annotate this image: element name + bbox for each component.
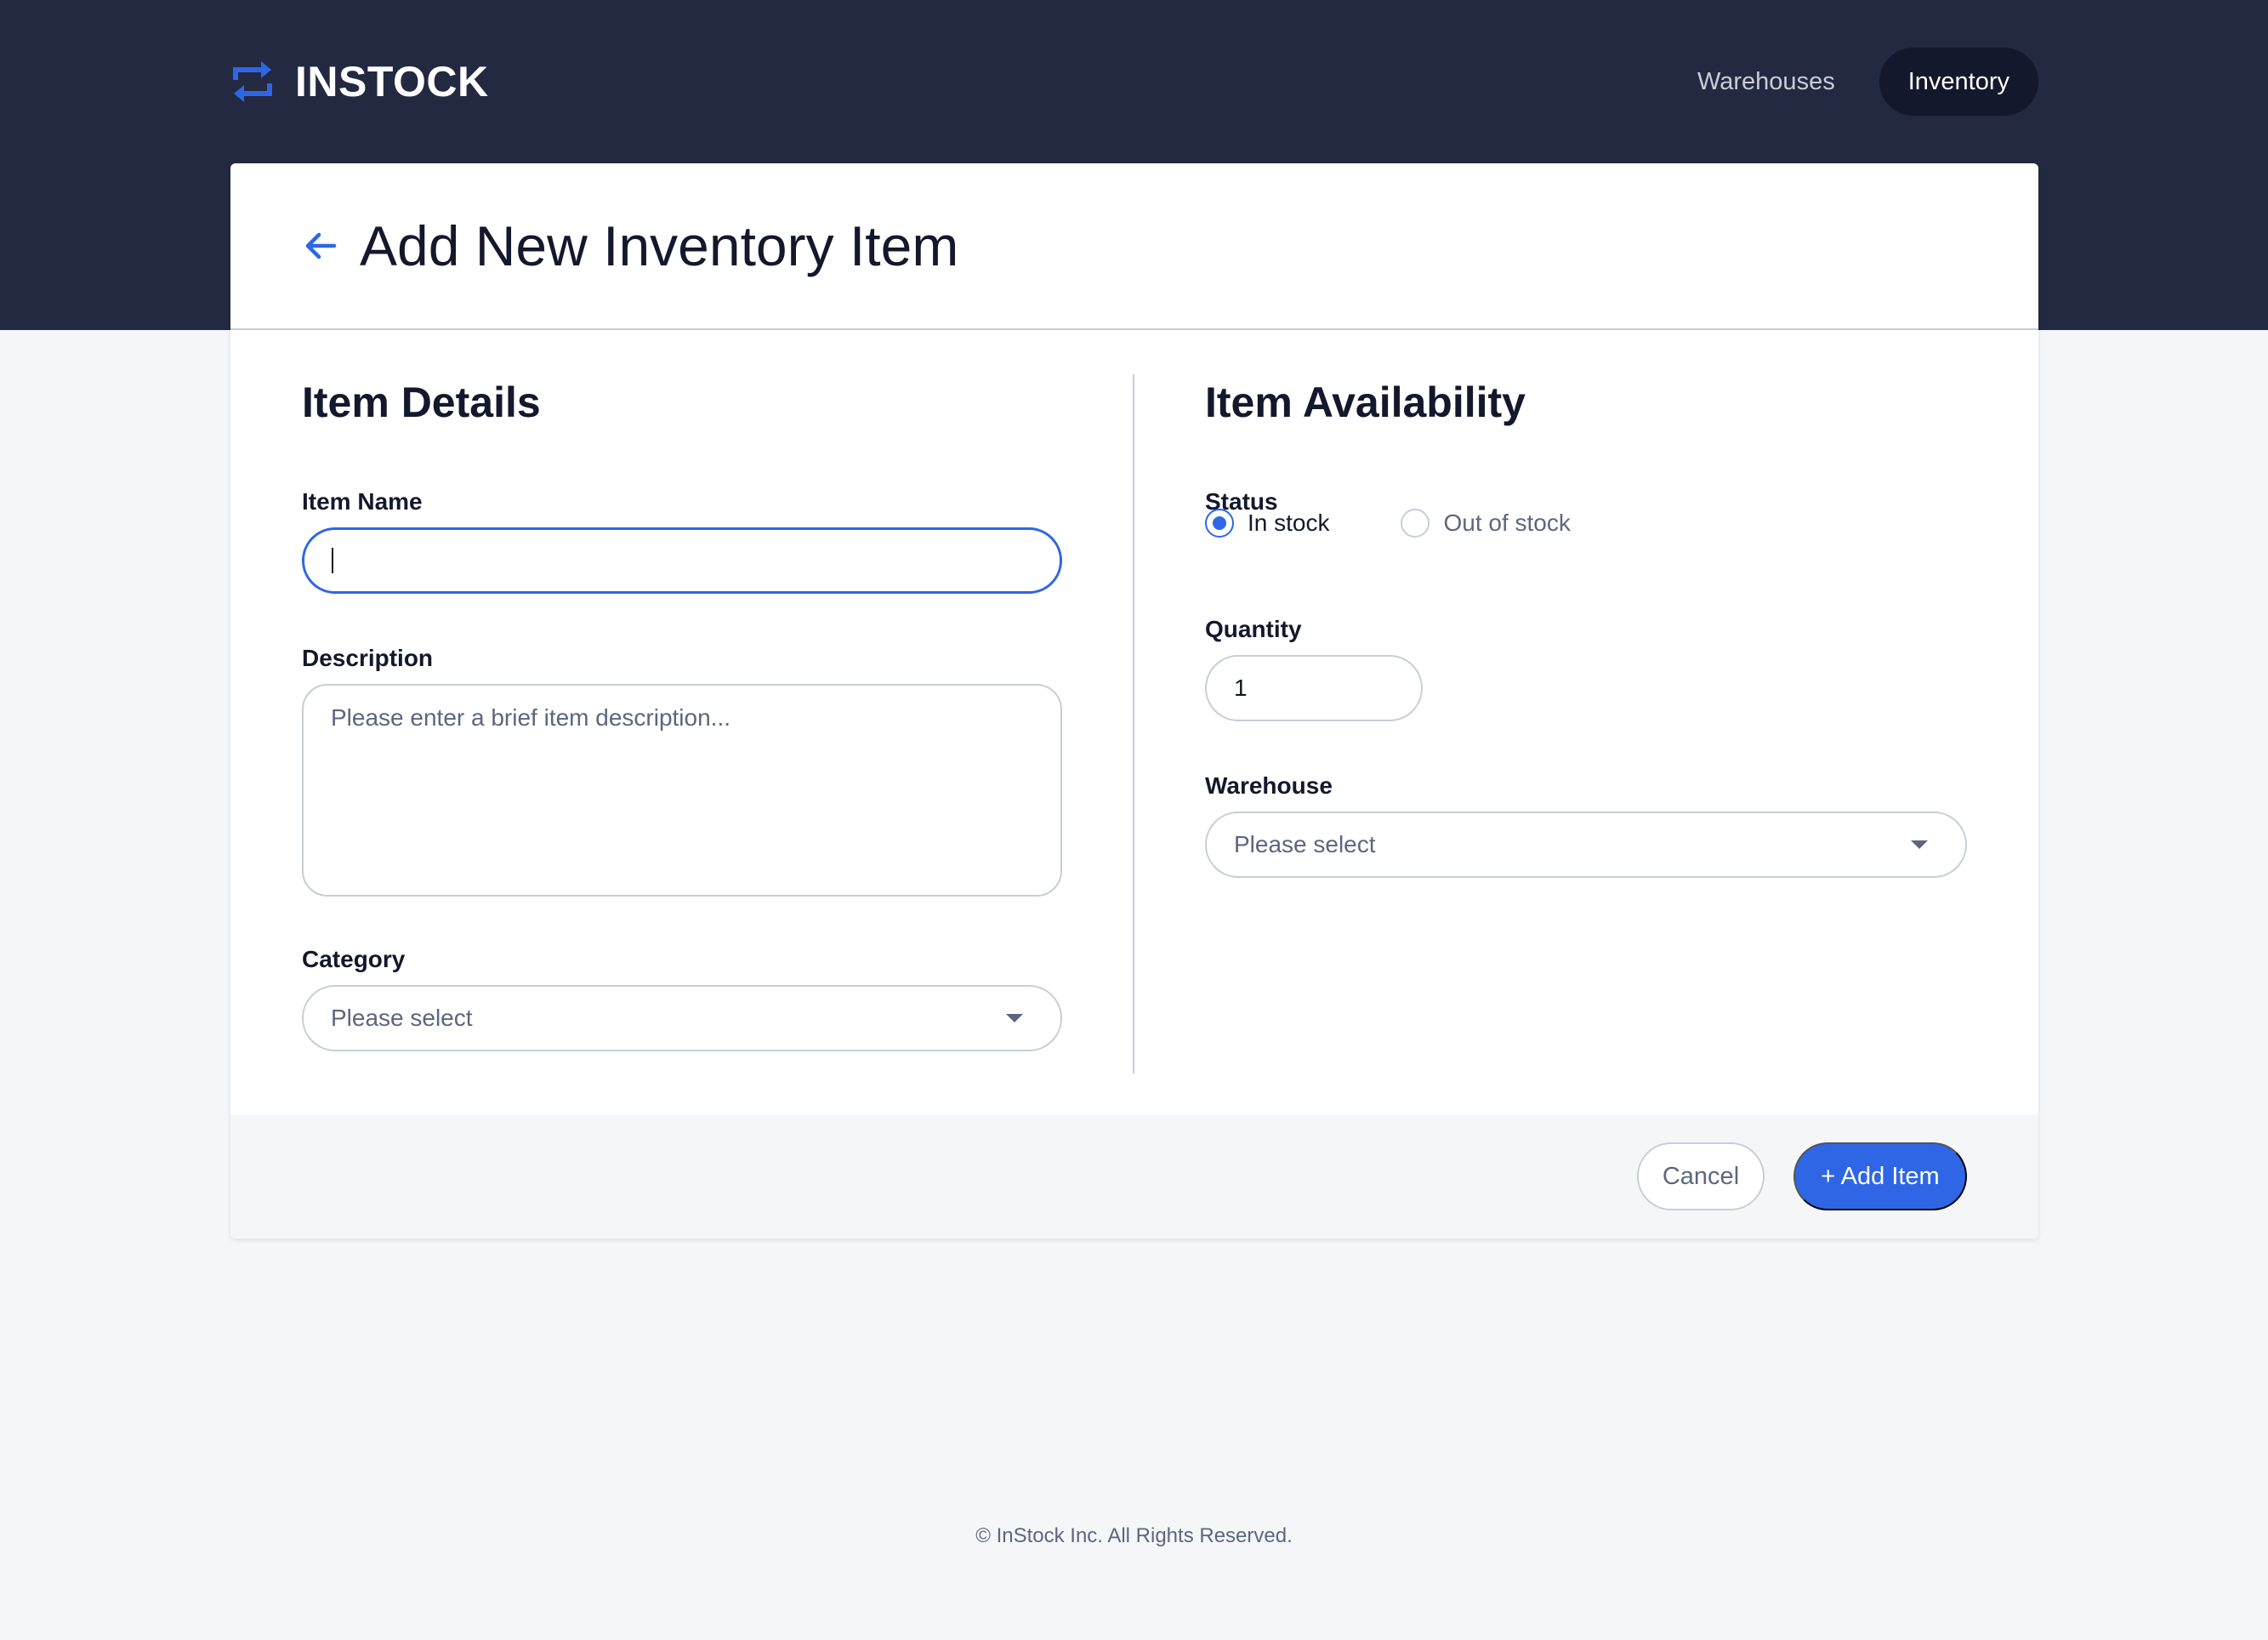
radio-out-of-stock-label: Out of stock [1443,510,1571,536]
item-name-label: Item Name [302,488,423,515]
logo[interactable]: INSTOCK [230,57,489,106]
warehouse-select-value: Please select [1234,831,1376,857]
radio-unchecked-icon [1401,509,1430,538]
chevron-down-icon [1911,840,1928,849]
description-placeholder: Please enter a brief item description... [331,704,731,731]
category-select-value: Please select [331,1005,473,1031]
add-item-card: Add New Inventory Item Item Details Item… [230,163,2038,1239]
radio-in-stock-label: In stock [1248,510,1330,536]
status-radio-group: In stock Out of stock [1205,509,1571,538]
radio-dot [1213,516,1226,530]
column-divider [1133,374,1134,1073]
form-body: Item Details Item Name Description Pleas… [230,330,2038,1113]
radio-in-stock[interactable]: In stock [1205,509,1329,538]
main-nav: Warehouses Inventory [1668,48,2038,116]
quantity-label: Quantity [1205,616,1302,642]
form-actions: Cancel + Add Item [230,1114,2038,1239]
section-title-details: Item Details [302,379,541,426]
section-title-availability: Item Availability [1205,379,1526,426]
brand-name: INSTOCK [295,58,489,105]
add-item-button[interactable]: + Add Item [1793,1142,1967,1210]
radio-out-of-stock[interactable]: Out of stock [1401,509,1571,538]
warehouse-label: Warehouse [1205,772,1333,799]
category-select[interactable]: Please select [302,985,1062,1051]
description-textarea[interactable]: Please enter a brief item description... [302,684,1062,897]
category-label: Category [302,946,406,972]
cancel-button[interactable]: Cancel [1637,1142,1765,1210]
chevron-down-icon [1006,1014,1023,1022]
swap-arrows-icon [233,61,272,102]
card-header: Add New Inventory Item [230,163,2038,330]
copyright-text: © InStock Inc. All Rights Reserved. [975,1524,1293,1547]
arrow-left-icon[interactable] [302,227,339,265]
radio-checked-icon [1205,509,1234,538]
text-caret [332,548,333,573]
page-footer: © InStock Inc. All Rights Reserved. [0,1524,2268,1548]
description-label: Description [302,645,434,671]
quantity-value: 1 [1234,675,1248,701]
site-header: INSTOCK Warehouses Inventory [230,48,2038,116]
page-title: Add New Inventory Item [360,214,959,277]
quantity-input[interactable]: 1 [1205,655,1423,721]
warehouse-select[interactable]: Please select [1205,811,1967,878]
nav-inventory[interactable]: Inventory [1879,48,2038,116]
item-name-input[interactable] [302,527,1062,594]
nav-warehouses[interactable]: Warehouses [1668,48,1864,116]
